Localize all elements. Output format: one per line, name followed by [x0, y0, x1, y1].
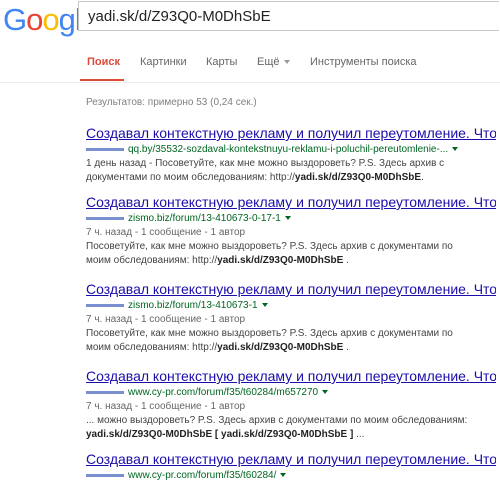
result-2: Создавал контекстную рекламу и получил п…	[86, 194, 496, 268]
snippet-bold: yadi.sk/d/Z93Q0-M0DhSbE	[294, 172, 422, 183]
result-1: Создавал контекстную рекламу и получил п…	[86, 125, 496, 185]
result-url-text[interactable]: qq.by/35532-sozdaval-kontekstnuyu-reklam…	[128, 144, 448, 155]
snippet-line-2: моим обследованиям: http://	[86, 342, 218, 353]
tabs-divider	[0, 82, 500, 83]
snippet-line-1: 1 день назад - Посоветуйте, как мне можн…	[86, 158, 445, 169]
snippet-line-1: Посоветуйте, как мне можно выздороветь? …	[86, 328, 453, 339]
snippet-bold: yadi.sk/d/Z93Q0-M0DhSbE	[217, 342, 344, 353]
rank-bar	[86, 216, 124, 220]
logo-letter-g2: g	[58, 2, 76, 37]
snippet-line-2: документами по моим обследованиям: http:…	[86, 172, 295, 183]
result-stats: Результатов: примерно 53 (0,24 сек.)	[86, 97, 257, 108]
logo-letter-g: G	[3, 2, 27, 37]
tab-search[interactable]: Поиск	[87, 56, 120, 68]
result-url-text[interactable]: www.cy-pr.com/forum/f35/t60284/m657270	[128, 387, 318, 398]
rank-bar	[86, 390, 124, 394]
chevron-down-icon	[283, 60, 290, 65]
result-url-text[interactable]: zismo.biz/forum/13-410673-0-17-1	[128, 213, 281, 224]
result-url-text[interactable]: zismo.biz/forum/13-410673-1	[128, 300, 258, 311]
snippet-tail: .	[343, 342, 349, 353]
result-url: zismo.biz/forum/13-410673-1	[86, 299, 496, 313]
result-url: qq.by/35532-sozdaval-kontekstnuyu-reklam…	[86, 143, 496, 157]
result-title[interactable]: Создавал контекстную рекламу и получил п…	[86, 125, 496, 142]
snippet-tail: ...	[353, 429, 365, 440]
result-snippet: Посоветуйте, как мне можно выздороветь? …	[86, 327, 496, 355]
result-title[interactable]: Создавал контекстную рекламу и получил п…	[86, 281, 496, 298]
search-input[interactable]	[78, 1, 499, 31]
active-tab-indicator	[80, 79, 124, 81]
url-dropdown-arrow-icon[interactable]	[452, 147, 459, 152]
tab-more-label: Ещё	[257, 56, 280, 68]
result-snippet: Посоветуйте, как мне можно выздороветь? …	[86, 240, 496, 268]
rank-bar	[86, 303, 124, 307]
result-4: Создавал контекстную рекламу и получил п…	[86, 368, 496, 442]
tab-search-tools[interactable]: Инструменты поиска	[310, 56, 417, 68]
result-snippet: 1 день назад - Посоветуйте, как мне можн…	[86, 157, 496, 185]
result-5: Создавал контекстную рекламу и получил п…	[86, 451, 496, 483]
snippet-tail: .	[343, 255, 349, 266]
url-dropdown-arrow-icon[interactable]	[261, 303, 268, 308]
result-meta: 7 ч. назад - 1 сообщение - 1 автор	[86, 401, 246, 412]
result-url-text[interactable]: www.cy-pr.com/forum/f35/t60284/	[128, 470, 276, 481]
result-meta: 7 ч. назад - 1 сообщение - 1 автор	[86, 314, 246, 325]
tab-more[interactable]: Ещё	[257, 56, 290, 68]
tab-images[interactable]: Картинки	[140, 56, 187, 68]
result-url: zismo.biz/forum/13-410673-0-17-1	[86, 212, 496, 226]
result-url: www.cy-pr.com/forum/f35/t60284/	[86, 469, 496, 483]
result-title[interactable]: Создавал контекстную рекламу и получил п…	[86, 194, 496, 211]
url-dropdown-arrow-icon[interactable]	[280, 473, 287, 478]
logo-letter-o2: o	[42, 2, 59, 37]
snippet-line-1: Посоветуйте, как мне можно выздороветь? …	[86, 241, 453, 252]
snippet-tail: .	[421, 172, 424, 183]
logo-letter-o1: o	[26, 2, 43, 37]
result-snippet: ... можно выздороветь? P.S. Здесь архив …	[86, 414, 496, 442]
url-dropdown-arrow-icon[interactable]	[322, 390, 329, 395]
snippet-bold: yadi.sk/d/Z93Q0-M0DhSbE [ yadi.sk/d/Z93Q…	[86, 429, 354, 440]
rank-bar	[86, 147, 124, 151]
result-title[interactable]: Создавал контекстную рекламу и получил п…	[86, 368, 496, 385]
snippet-line-2: моим обследованиям: http://	[86, 255, 218, 266]
result-meta: 7 ч. назад - 1 сообщение - 1 автор	[86, 227, 246, 238]
snippet-bold: yadi.sk/d/Z93Q0-M0DhSbE	[217, 255, 344, 266]
url-dropdown-arrow-icon[interactable]	[284, 216, 291, 221]
rank-bar	[86, 473, 124, 477]
search-tabs: Поиск Картинки Карты Ещё Инструменты пои…	[0, 45, 500, 83]
result-3: Создавал контекстную рекламу и получил п…	[86, 281, 496, 355]
tab-maps[interactable]: Карты	[206, 56, 237, 68]
result-url: www.cy-pr.com/forum/f35/t60284/m657270	[86, 386, 496, 400]
result-title[interactable]: Создавал контекстную рекламу и получил п…	[86, 451, 496, 468]
snippet-line-1: ... можно выздороветь? P.S. Здесь архив …	[86, 415, 468, 426]
